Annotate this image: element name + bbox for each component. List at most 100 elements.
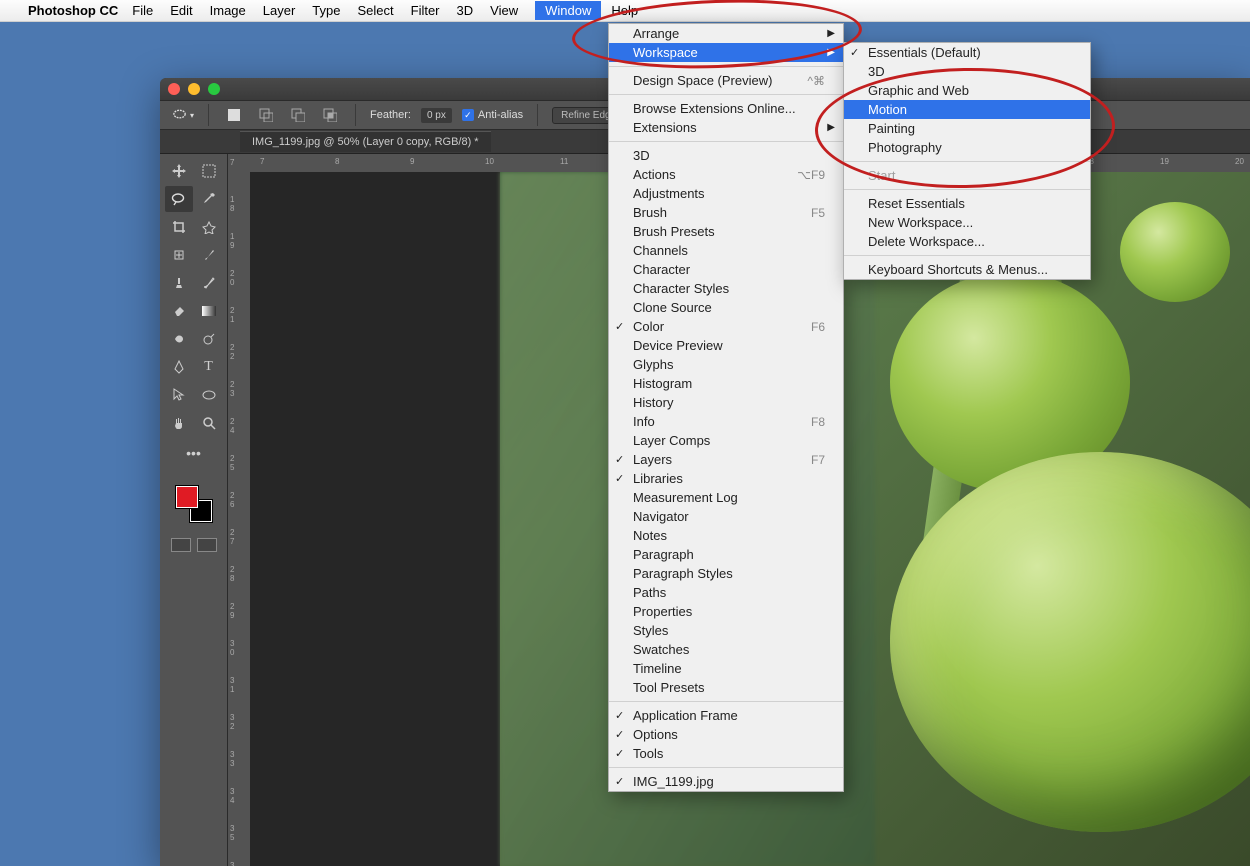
menu-item-styles[interactable]: Styles	[609, 621, 843, 640]
stamp-tool-icon[interactable]	[165, 270, 193, 296]
menu-item-delete-workspace-[interactable]: Delete Workspace...	[844, 232, 1090, 251]
menu-item-brush[interactable]: BrushF5	[609, 203, 843, 222]
menu-item-layer-comps[interactable]: Layer Comps	[609, 431, 843, 450]
menu-item-paragraph[interactable]: Paragraph	[609, 545, 843, 564]
zoom-tool-icon[interactable]	[195, 410, 223, 436]
gradient-tool-icon[interactable]	[195, 298, 223, 324]
selection-add-icon[interactable]	[255, 104, 277, 126]
minimize-icon[interactable]	[188, 83, 200, 95]
menu-item-clone-source[interactable]: Clone Source	[609, 298, 843, 317]
menu-item-options[interactable]: ✓Options	[609, 725, 843, 744]
path-select-tool-icon[interactable]	[165, 382, 193, 408]
hand-tool-icon[interactable]	[165, 410, 193, 436]
menu-item-channels[interactable]: Channels	[609, 241, 843, 260]
quick-select-tool-icon[interactable]	[195, 214, 223, 240]
ruler-tick: 31	[230, 676, 234, 694]
menu-view[interactable]: View	[490, 3, 518, 18]
smudge-tool-icon[interactable]	[165, 326, 193, 352]
menu-item-notes[interactable]: Notes	[609, 526, 843, 545]
menu-item-color[interactable]: ✓ColorF6	[609, 317, 843, 336]
menu-edit[interactable]: Edit	[170, 3, 192, 18]
pen-tool-icon[interactable]	[165, 354, 193, 380]
history-brush-icon[interactable]	[195, 270, 223, 296]
menu-item-adjustments[interactable]: Adjustments	[609, 184, 843, 203]
menu-3d[interactable]: 3D	[457, 3, 474, 18]
menu-item-reset-essentials[interactable]: Reset Essentials	[844, 194, 1090, 213]
menu-layer[interactable]: Layer	[263, 3, 296, 18]
menu-file[interactable]: File	[132, 3, 153, 18]
lasso-tool-icon[interactable]: ▾	[172, 104, 194, 126]
lasso-tool-icon[interactable]	[165, 186, 193, 212]
menu-item-properties[interactable]: Properties	[609, 602, 843, 621]
menu-item-arrange[interactable]: Arrange▶	[609, 24, 843, 43]
close-icon[interactable]	[168, 83, 180, 95]
menu-item-extensions[interactable]: Extensions▶	[609, 118, 843, 137]
menu-item-character[interactable]: Character	[609, 260, 843, 279]
healing-tool-icon[interactable]	[165, 242, 193, 268]
more-tools-icon[interactable]: •••	[180, 440, 208, 466]
menu-item-tool-presets[interactable]: Tool Presets	[609, 678, 843, 697]
menu-item-photography[interactable]: Photography	[844, 138, 1090, 157]
move-tool-icon[interactable]	[165, 158, 193, 184]
type-tool-icon[interactable]: T	[195, 354, 223, 380]
eyedropper-tool-icon[interactable]	[195, 186, 223, 212]
menu-item-character-styles[interactable]: Character Styles	[609, 279, 843, 298]
menu-item-swatches[interactable]: Swatches	[609, 640, 843, 659]
menu-item-motion[interactable]: Motion	[844, 100, 1090, 119]
menu-item-design-space-preview-[interactable]: Design Space (Preview)^⌘	[609, 71, 843, 90]
menu-item-workspace[interactable]: Workspace▶	[609, 43, 843, 62]
document-tab[interactable]: IMG_1199.jpg @ 50% (Layer 0 copy, RGB/8)…	[240, 131, 491, 152]
menu-item-essentials-default-[interactable]: ✓Essentials (Default)	[844, 43, 1090, 62]
eraser-tool-icon[interactable]	[165, 298, 193, 324]
menu-item-paths[interactable]: Paths	[609, 583, 843, 602]
menu-item-actions[interactable]: Actions⌥F9	[609, 165, 843, 184]
menu-item-timeline[interactable]: Timeline	[609, 659, 843, 678]
menu-item-application-frame[interactable]: ✓Application Frame	[609, 706, 843, 725]
selection-new-icon[interactable]	[223, 104, 245, 126]
selection-subtract-icon[interactable]	[287, 104, 309, 126]
brush-tool-icon[interactable]	[195, 242, 223, 268]
selection-intersect-icon[interactable]	[319, 104, 341, 126]
color-swatches[interactable]	[176, 486, 212, 522]
menu-item-history[interactable]: History	[609, 393, 843, 412]
menu-select[interactable]: Select	[357, 3, 393, 18]
menu-item-device-preview[interactable]: Device Preview	[609, 336, 843, 355]
marquee-tool-icon[interactable]	[195, 158, 223, 184]
menu-item-glyphs[interactable]: Glyphs	[609, 355, 843, 374]
menu-item-keyboard-shortcuts-menus-[interactable]: Keyboard Shortcuts & Menus...	[844, 260, 1090, 279]
dodge-tool-icon[interactable]	[195, 326, 223, 352]
menu-window[interactable]: Window	[535, 1, 601, 20]
menu-item-tools[interactable]: ✓Tools	[609, 744, 843, 763]
app-name[interactable]: Photoshop CC	[28, 3, 118, 18]
crop-tool-icon[interactable]	[165, 214, 193, 240]
feather-input[interactable]: 0 px	[421, 108, 452, 123]
menu-item-browse-extensions-online-[interactable]: Browse Extensions Online...	[609, 99, 843, 118]
quickmask-icon[interactable]	[171, 538, 191, 552]
menu-type[interactable]: Type	[312, 3, 340, 18]
menu-item-3d[interactable]: 3D	[609, 146, 843, 165]
menu-filter[interactable]: Filter	[411, 3, 440, 18]
shape-tool-icon[interactable]	[195, 382, 223, 408]
ruler-tick: 23	[230, 380, 234, 398]
menu-item-label: Channels	[633, 243, 688, 258]
zoom-icon[interactable]	[208, 83, 220, 95]
screenmode-icon[interactable]	[197, 538, 217, 552]
menu-item-paragraph-styles[interactable]: Paragraph Styles	[609, 564, 843, 583]
menu-item-3d[interactable]: 3D	[844, 62, 1090, 81]
menu-item-img-1199-jpg[interactable]: ✓IMG_1199.jpg	[609, 772, 843, 791]
menu-image[interactable]: Image	[210, 3, 246, 18]
menu-item-label: 3D	[868, 64, 885, 79]
menu-item-libraries[interactable]: ✓Libraries	[609, 469, 843, 488]
menu-item-brush-presets[interactable]: Brush Presets	[609, 222, 843, 241]
foreground-color-swatch[interactable]	[176, 486, 198, 508]
menu-item-painting[interactable]: Painting	[844, 119, 1090, 138]
menu-item-layers[interactable]: ✓LayersF7	[609, 450, 843, 469]
antialias-checkbox[interactable]: Anti-alias	[462, 109, 523, 121]
menu-help[interactable]: Help	[611, 3, 638, 18]
menu-item-navigator[interactable]: Navigator	[609, 507, 843, 526]
menu-item-measurement-log[interactable]: Measurement Log	[609, 488, 843, 507]
menu-item-graphic-and-web[interactable]: Graphic and Web	[844, 81, 1090, 100]
menu-item-histogram[interactable]: Histogram	[609, 374, 843, 393]
menu-item-new-workspace-[interactable]: New Workspace...	[844, 213, 1090, 232]
menu-item-info[interactable]: InfoF8	[609, 412, 843, 431]
